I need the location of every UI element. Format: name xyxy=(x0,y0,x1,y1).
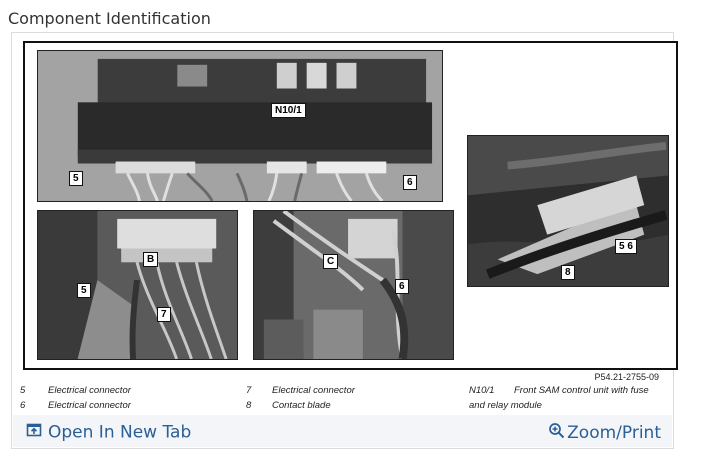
callout-5-top: 5 xyxy=(69,171,83,186)
callout-n10-1: N10/1 xyxy=(271,103,306,118)
legend-num: 5 xyxy=(20,385,26,396)
legend-text: Contact blade xyxy=(272,400,331,411)
legend-num: 6 xyxy=(20,400,26,411)
legend-text: Electrical connector xyxy=(48,400,131,411)
figure-code: P54.21-2755-09 xyxy=(594,372,659,382)
callout-5-6: 5 6 xyxy=(615,239,637,254)
legend-text: Front SAM control unit with fuse xyxy=(514,385,649,396)
open-new-tab-icon xyxy=(26,422,42,443)
callout-b: B xyxy=(143,252,159,267)
callout-7: 7 xyxy=(157,307,171,322)
open-in-new-tab-link[interactable]: Open In New Tab xyxy=(26,422,191,443)
open-in-new-tab-label: Open In New Tab xyxy=(48,422,192,443)
photo-connector-c xyxy=(253,210,454,360)
legend-text: Electrical connector xyxy=(48,385,131,396)
callout-6-top: 6 xyxy=(403,175,417,190)
callout-c: C xyxy=(323,254,339,269)
photo-sam-module xyxy=(37,50,443,202)
callout-6-mid: 6 xyxy=(395,279,409,294)
component-figure[interactable]: N10/1 5 6 B 5 7 C 6 5 6 8 xyxy=(23,41,678,370)
zoom-print-label: Zoom/Print xyxy=(567,423,661,443)
page-title: Component Identification xyxy=(8,9,211,28)
callout-8: 8 xyxy=(561,265,575,280)
legend-text: Electrical connector xyxy=(272,385,355,396)
legend-num: N10/1 xyxy=(469,385,495,396)
card-footer: Open In New Tab Zoom/Print xyxy=(13,415,672,447)
zoom-print-link[interactable]: Zoom/Print xyxy=(548,422,661,444)
photo-connector-b xyxy=(37,210,238,360)
legend-num: 7 xyxy=(246,385,252,396)
image-card: N10/1 5 6 B 5 7 C 6 5 6 8 P54.21-2755-09… xyxy=(11,32,678,449)
legend-num: 8 xyxy=(246,400,252,411)
callout-5-left: 5 xyxy=(77,283,91,298)
zoom-in-icon xyxy=(548,422,565,444)
legend-text: and relay module xyxy=(469,400,542,411)
